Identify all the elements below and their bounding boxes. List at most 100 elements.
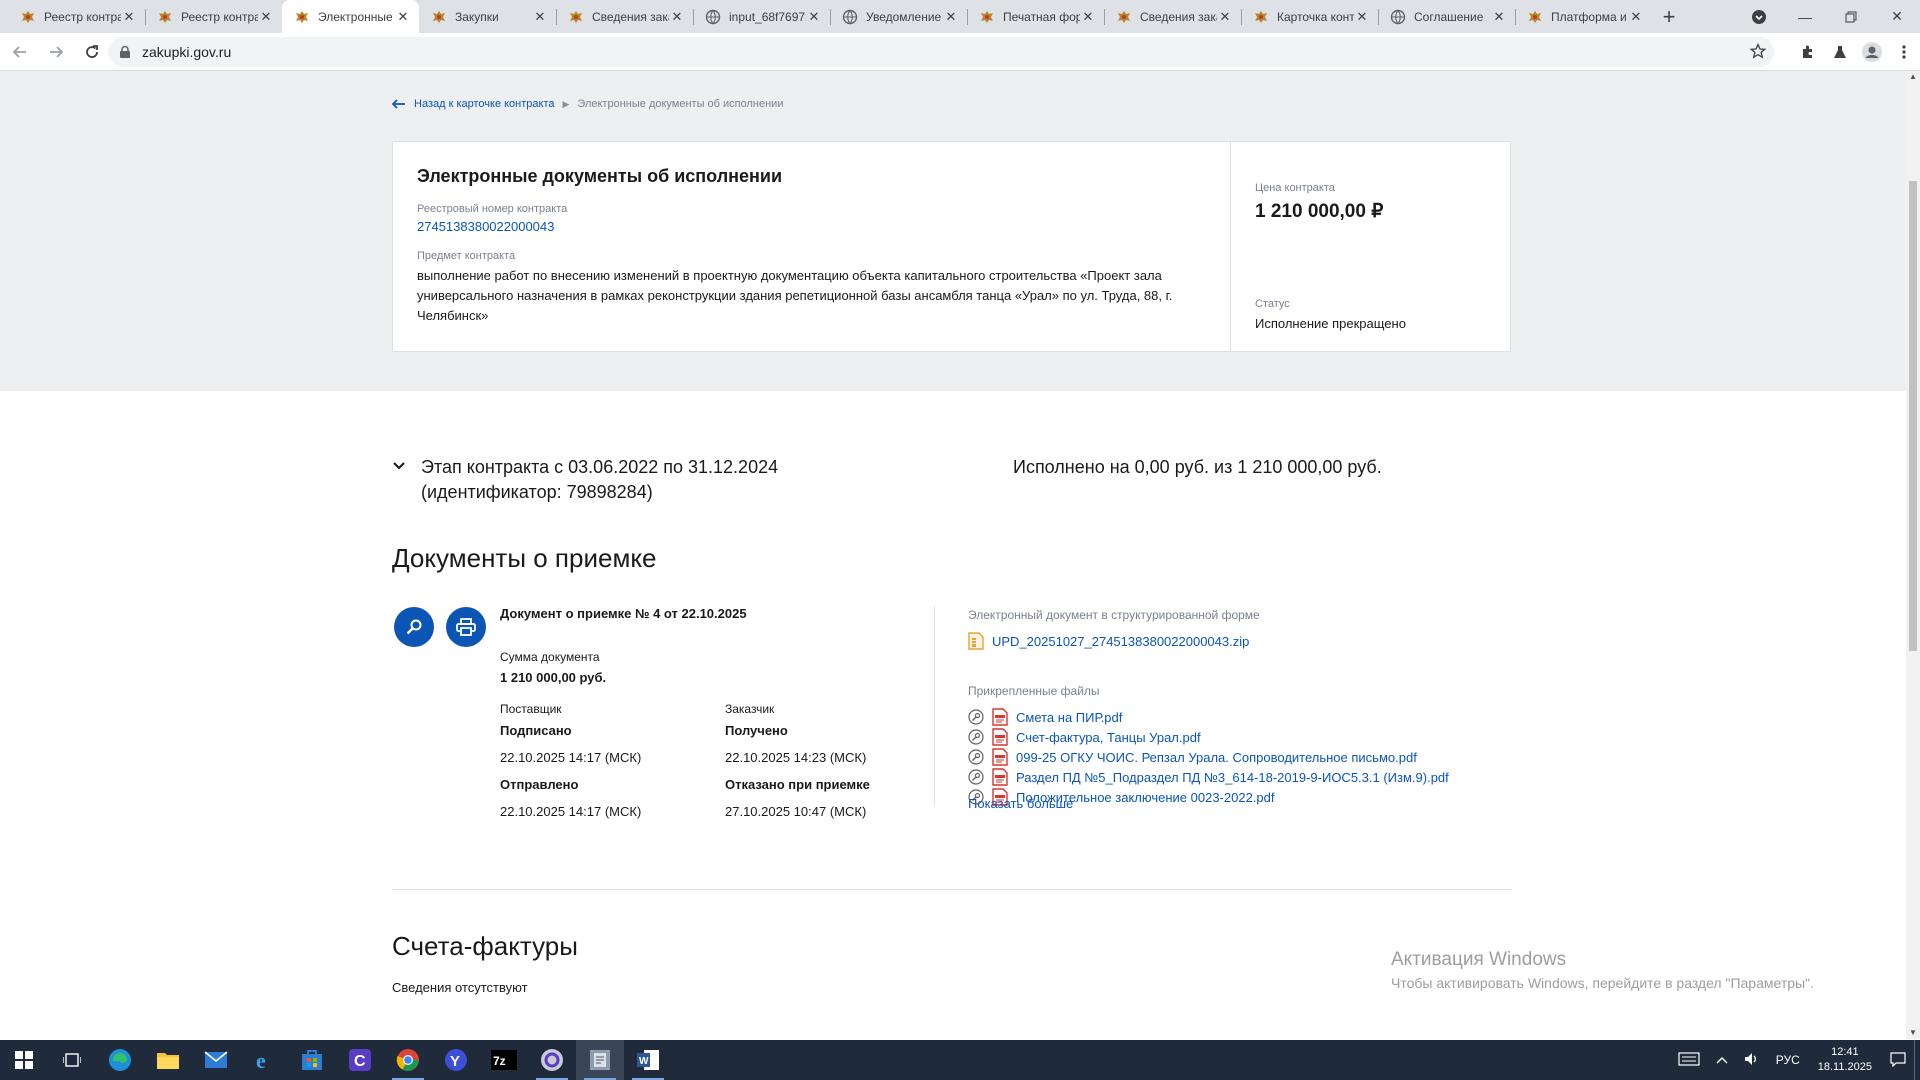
browser-tab[interactable]: Закупки ✕ (419, 0, 556, 33)
app-c-icon[interactable] (528, 1040, 576, 1080)
minimize-icon[interactable]: — (1782, 0, 1828, 33)
close-tab-icon[interactable]: ✕ (1217, 9, 1233, 25)
signature-check-icon[interactable] (968, 749, 984, 765)
notifications-icon[interactable] (1882, 1051, 1914, 1070)
profile-avatar-icon[interactable] (1856, 36, 1888, 68)
file-explorer-icon[interactable] (144, 1040, 192, 1080)
store-icon[interactable] (288, 1040, 336, 1080)
zip-file-icon (968, 632, 984, 650)
chrome-icon[interactable] (384, 1040, 432, 1080)
bookmark-star-icon[interactable] (1749, 42, 1767, 62)
show-desktop-button[interactable] (1914, 1040, 1920, 1080)
7zip-icon[interactable]: 7z (480, 1040, 528, 1080)
page-scrollbar[interactable]: ▲ ▼ (1906, 71, 1920, 1039)
pdf-file-icon (992, 768, 1008, 786)
acceptance-heading: Документы о приемке (392, 543, 657, 573)
forward-icon[interactable] (40, 36, 72, 68)
address-bar[interactable]: zakupki.gov.ru (108, 37, 1774, 67)
svg-text:e: e (256, 1048, 266, 1072)
browser-tab[interactable]: Реестр контрактов✕ (8, 0, 145, 33)
close-tab-icon[interactable]: ✕ (532, 9, 548, 25)
document-title: Документ о приемке № 4 от 22.10.2025 (500, 606, 747, 621)
restore-icon[interactable] (1828, 0, 1874, 33)
tray-expand-icon[interactable] (1708, 1053, 1736, 1067)
browser-tab[interactable]: Реестр контрактов✕ (145, 0, 282, 33)
close-tab-icon[interactable]: ✕ (121, 9, 137, 25)
view-document-button[interactable] (394, 607, 434, 647)
globe-icon (842, 9, 858, 25)
browser-tab[interactable]: Карточка контракта✕ (1241, 0, 1378, 33)
close-tab-icon[interactable]: ✕ (258, 9, 274, 25)
browser-tab[interactable]: Соглашение ✕ (1378, 0, 1515, 33)
scroll-up-icon[interactable]: ▲ (1909, 73, 1917, 81)
yandex-icon[interactable]: Y (432, 1040, 480, 1080)
tab-title: Реестр контрактов (181, 9, 258, 24)
word-icon[interactable]: W (624, 1040, 672, 1080)
windows-start-icon[interactable] (0, 1040, 48, 1080)
page-title: Электронные документы об исполнении (417, 166, 783, 186)
contract-header-section: Назад к карточке контракта ▶ Электронные… (0, 71, 1906, 391)
input-language[interactable]: РУС (1768, 1053, 1808, 1067)
contract-status: Исполнение прекращено (1255, 316, 1406, 331)
browser-tab[interactable]: Сведения заказчика✕ (556, 0, 693, 33)
volume-icon[interactable] (1736, 1052, 1768, 1069)
new-tab-button[interactable]: + (1652, 0, 1686, 33)
attached-file-link[interactable]: Смета на ПИР.pdf (1016, 710, 1122, 725)
show-more-link[interactable]: Показать больше (968, 796, 1073, 811)
reg-number-link[interactable]: 2745138380022000043 (417, 219, 1206, 234)
contract-subject: выполнение работ по внесению изменений в… (417, 268, 1173, 323)
flask-icon[interactable] (1824, 36, 1856, 68)
attached-file-link[interactable]: Счет-фактура, Танцы Урал.pdf (1016, 730, 1201, 745)
document-files: Электронный документ в структурированной… (968, 608, 1528, 811)
globe-icon (1390, 9, 1406, 25)
eagle-icon (979, 9, 995, 25)
back-icon[interactable] (4, 36, 36, 68)
tab-search-icon[interactable] (1748, 6, 1770, 28)
globe-icon (705, 9, 721, 25)
close-tab-icon[interactable]: ✕ (806, 9, 822, 25)
close-tab-icon[interactable]: ✕ (1491, 9, 1507, 25)
signature-check-icon[interactable] (968, 769, 984, 785)
close-tab-icon[interactable]: ✕ (395, 9, 411, 25)
browser-tab[interactable]: Платформа и ✕ (1515, 0, 1652, 33)
attached-file-link[interactable]: 099-25 ОГКУ ЧОИС. Репзал Урала. Сопровод… (1016, 750, 1417, 765)
signature-check-icon[interactable] (968, 709, 984, 725)
close-window-icon[interactable]: ✕ (1874, 0, 1920, 33)
browser-tab[interactable]: Электронные документы✕ (282, 0, 419, 33)
scrollbar-thumb[interactable] (1909, 181, 1917, 651)
customer-status-received: Получено (725, 723, 788, 738)
clock[interactable]: 12:41 18.11.2025 (1808, 1045, 1882, 1075)
chevron-down-icon[interactable] (392, 459, 406, 478)
signature-check-icon[interactable] (968, 729, 984, 745)
keyboard-icon[interactable] (1670, 1051, 1708, 1069)
c-app-icon[interactable]: C (336, 1040, 384, 1080)
attached-file-link[interactable]: Раздел ПД №5_Подраздел ПД №3_614-18-2019… (1016, 770, 1449, 785)
edge-icon[interactable] (96, 1040, 144, 1080)
close-tab-icon[interactable]: ✕ (1628, 9, 1644, 25)
back-link-label: Назад к карточке контракта (414, 98, 555, 110)
close-tab-icon[interactable]: ✕ (1080, 9, 1096, 25)
close-tab-icon[interactable]: ✕ (669, 9, 685, 25)
tab-title: Сведения заказчика (1140, 9, 1217, 24)
structured-file-link[interactable]: UPD_20251027_2745138380022000043.zip (992, 634, 1249, 649)
chevron-right-icon: ▶ (562, 98, 570, 109)
back-to-card-link[interactable]: Назад к карточке контракта (392, 98, 555, 110)
reload-icon[interactable] (76, 36, 108, 68)
arrow-left-icon (392, 99, 405, 109)
browser-menu-icon[interactable] (1888, 36, 1920, 68)
close-tab-icon[interactable]: ✕ (1354, 9, 1370, 25)
task-view-icon[interactable] (48, 1040, 96, 1080)
browser-tab[interactable]: Печатная форма✕ (967, 0, 1104, 33)
extensions-icon[interactable] (1792, 36, 1824, 68)
print-document-button[interactable] (446, 607, 486, 647)
document-scanner-icon[interactable] (576, 1040, 624, 1080)
browser-tab[interactable]: input_68f76972 ✕ (693, 0, 830, 33)
browser-tab[interactable]: Сведения заказчика✕ (1104, 0, 1241, 33)
close-tab-icon[interactable]: ✕ (943, 9, 959, 25)
scroll-down-icon[interactable]: ▼ (1909, 1029, 1917, 1037)
mail-icon[interactable] (192, 1040, 240, 1080)
internet-explorer-icon[interactable]: e (240, 1040, 288, 1080)
eagle-icon (1116, 9, 1132, 25)
browser-tab[interactable]: Уведомление ✕ (830, 0, 967, 33)
eagle-icon (20, 9, 36, 25)
